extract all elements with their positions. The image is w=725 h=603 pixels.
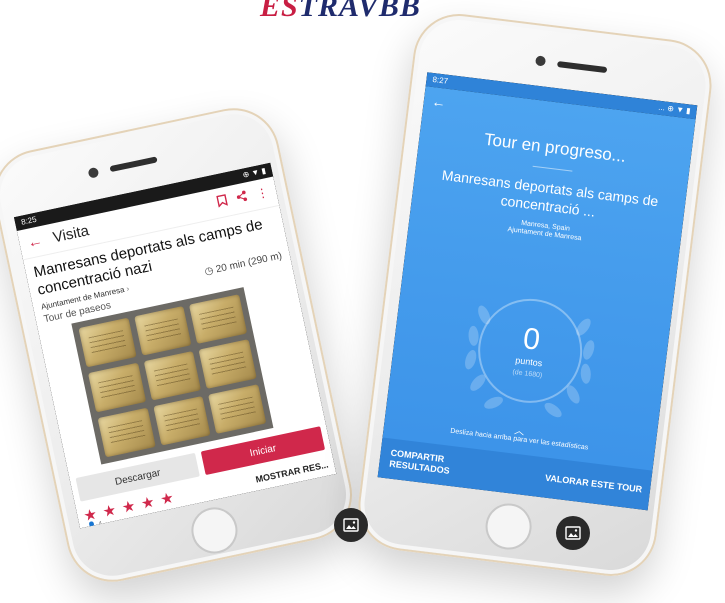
divider xyxy=(532,165,573,172)
share-icon[interactable] xyxy=(235,189,250,206)
rate-tour-button[interactable]: VALORAR ESTE TOUR xyxy=(504,468,651,496)
progress-screen: 8:27 ... ⊕ ▼ ▮ ← Tour en progreso... Man… xyxy=(377,72,698,511)
stolperstein-tile xyxy=(133,305,192,356)
earpiece-speaker xyxy=(109,156,158,173)
image-gallery-icon[interactable] xyxy=(556,516,590,550)
clock-icon: ◷ xyxy=(203,265,215,278)
progress-content: ← Tour en progreso... Manresans deportat… xyxy=(377,86,696,511)
front-camera xyxy=(87,166,100,179)
score-label: puntos xyxy=(514,354,543,368)
tour-cover-image xyxy=(71,287,274,465)
rating-count-value: 4 xyxy=(97,520,104,529)
stolperstein-tile xyxy=(208,384,267,434)
visit-screen: 8:25 ⊕ ▼ ▮ ← Visita ⋮ Manresans deportat… xyxy=(13,162,337,529)
brand-logo-rest: TRAVBB xyxy=(298,0,421,23)
brand-logo: ESTRAVBB xyxy=(260,0,421,24)
app-bar-actions: ⋮ xyxy=(216,185,270,210)
home-button[interactable] xyxy=(482,500,535,553)
show-results-button[interactable]: MOSTRAR RES... xyxy=(255,459,329,484)
bookmark-icon[interactable] xyxy=(216,194,229,211)
chevron-right-icon: › xyxy=(125,283,131,294)
stolperstein-tile xyxy=(143,350,202,401)
back-arrow-icon[interactable]: ← xyxy=(26,231,49,252)
phone-right: 8:27 ... ⊕ ▼ ▮ ← Tour en progreso... Man… xyxy=(353,8,717,582)
image-gallery-icon[interactable] xyxy=(334,508,368,542)
promo-stage: ESTRAVBB 8:25 ⊕ ▼ ▮ ← Visita ⋮ Manresans… xyxy=(0,0,725,603)
stolperstein-tile xyxy=(88,362,146,413)
stolperstein-tile xyxy=(189,294,248,344)
stolperstein-tile xyxy=(78,317,137,368)
status-time: 8:25 xyxy=(20,214,38,227)
visit-content: ← Visita ⋮ Manresans deportats als camps… xyxy=(16,176,337,529)
front-camera xyxy=(534,55,547,67)
earpiece-speaker xyxy=(556,61,608,74)
brand-logo-accent: ES xyxy=(260,0,299,23)
stolperstein-tile xyxy=(198,339,257,389)
stolperstein-tile xyxy=(97,407,156,458)
phone-left: 8:25 ⊕ ▼ ▮ ← Visita ⋮ Manresans deportat… xyxy=(0,99,361,591)
home-button[interactable] xyxy=(187,503,242,558)
status-time: 8:27 xyxy=(431,74,449,86)
stolperstein-tile xyxy=(153,395,211,446)
share-results-button[interactable]: COMPARTIR RESULTADOS xyxy=(379,446,506,483)
score-max: (de 1680) xyxy=(512,368,543,379)
person-icon: 👤 xyxy=(87,521,98,529)
score-value: 0 xyxy=(521,321,542,357)
back-arrow-icon[interactable]: ← xyxy=(431,93,447,111)
more-vert-icon[interactable]: ⋮ xyxy=(255,185,270,202)
